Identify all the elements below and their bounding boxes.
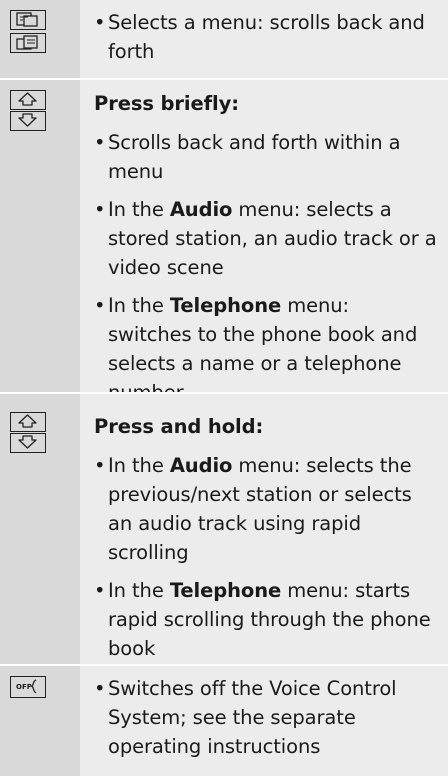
- icon-cell: OFF: [0, 666, 80, 776]
- bullet-text: Switches off the Voice Control System; s…: [108, 677, 397, 758]
- list-item: • Scrolls back and forth within a menu: [94, 128, 438, 186]
- row-menu-select: • Selects a menu: scrolls back and forth: [0, 0, 448, 78]
- icon-cell: [0, 80, 80, 392]
- bullet-text: In the Audio menu: selects the previous/…: [108, 454, 412, 564]
- menu-forward-key-icon: [10, 33, 46, 53]
- up-key-icon: [10, 412, 46, 432]
- bullet-dot: •: [94, 454, 106, 477]
- text-cell: • Switches off the Voice Control System;…: [80, 666, 448, 776]
- list-item: • In the Telephone menu: switches to the…: [94, 291, 438, 407]
- row-press-and-hold: Press and hold: • In the Audio menu: sel…: [0, 394, 448, 664]
- row-voice-off: OFF • Switches off the Voice Control Sys…: [0, 666, 448, 776]
- text-cell: Press briefly: • Scrolls back and forth …: [80, 80, 448, 404]
- text-cell: Press and hold: • In the Audio menu: sel…: [80, 394, 448, 664]
- bullet-dot: •: [94, 131, 106, 154]
- list-item: • In the Audio menu: selects the previou…: [94, 451, 438, 567]
- down-key-icon: [10, 111, 46, 131]
- bullet-text: Selects a menu: scrolls back and forth: [108, 11, 425, 63]
- bullet-dot: •: [94, 198, 106, 221]
- row-press-briefly: Press briefly: • Scrolls back and forth …: [0, 80, 448, 404]
- bullet-text: In the Audio menu: selects a stored stat…: [108, 198, 437, 279]
- section-heading: Press and hold:: [94, 415, 264, 438]
- icon-cell: [0, 0, 80, 78]
- bullet-dot: •: [94, 677, 106, 700]
- list-item: • Switches off the Voice Control System;…: [94, 674, 438, 761]
- voice-off-key-icon: OFF: [10, 676, 46, 698]
- section-heading: Press briefly:: [94, 92, 239, 115]
- list-item: • Selects a menu: scrolls back and forth: [94, 8, 438, 66]
- bullet-text: In the Telephone menu: switches to the p…: [108, 294, 418, 404]
- bullet-dot: •: [94, 294, 106, 317]
- up-key-icon: [10, 90, 46, 110]
- bullet-text: In the Telephone menu: starts rapid scro…: [108, 579, 431, 660]
- bullet-text: Scrolls back and forth within a menu: [108, 131, 401, 183]
- instruction-table: • Selects a menu: scrolls back and forth…: [0, 0, 448, 776]
- text-cell: • Selects a menu: scrolls back and forth: [80, 0, 448, 78]
- menu-back-key-icon: [10, 10, 46, 30]
- list-item: • In the Telephone menu: starts rapid sc…: [94, 576, 438, 663]
- bullet-dot: •: [94, 11, 106, 34]
- bullet-dot: •: [94, 579, 106, 602]
- icon-cell: [0, 394, 80, 664]
- list-item: • In the Audio menu: selects a stored st…: [94, 195, 438, 282]
- down-key-icon: [10, 433, 46, 453]
